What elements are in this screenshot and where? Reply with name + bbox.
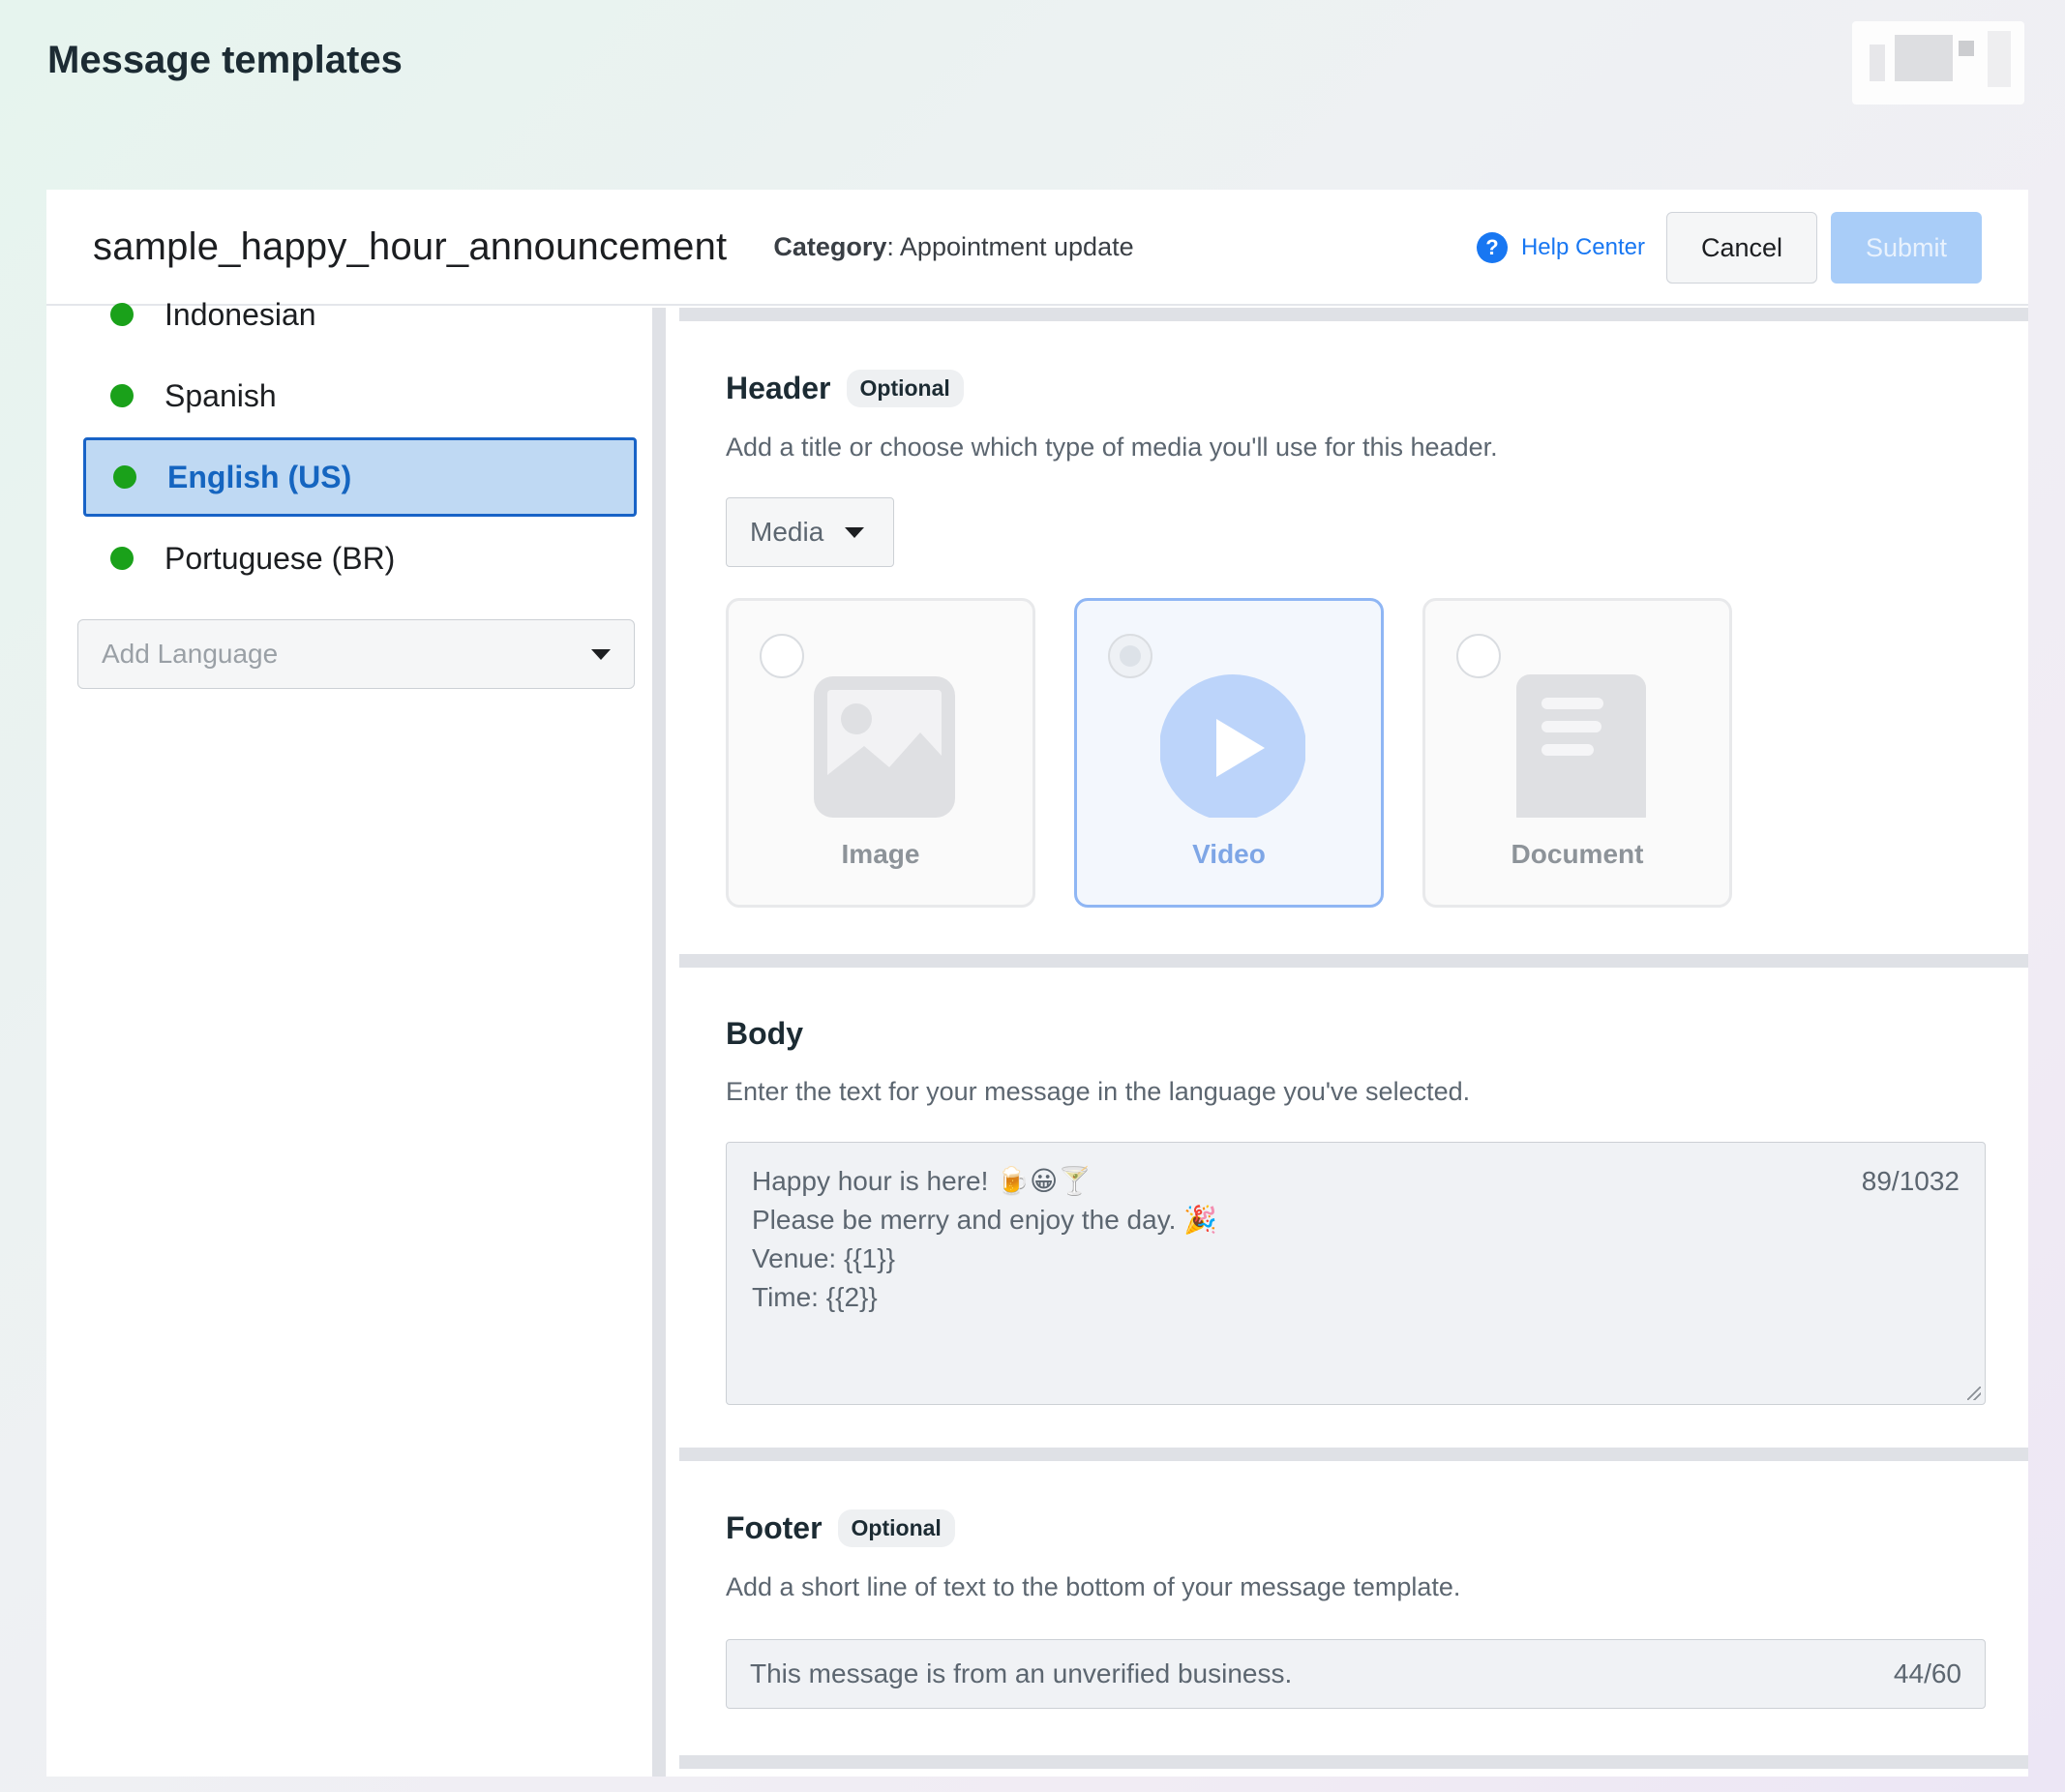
header-section: Header Optional Add a title or choose wh…	[679, 321, 2028, 954]
media-option-image[interactable]: Image	[726, 598, 1035, 908]
help-center-label: Help Center	[1520, 234, 1645, 260]
media-option-document[interactable]: Document	[1422, 598, 1732, 908]
category-label: Category	[773, 231, 887, 261]
language-sidebar: Indonesian Spanish English (US) Portugue…	[46, 297, 666, 1777]
body-line: Happy hour is here! 🍺😀🍸	[752, 1166, 1092, 1196]
media-radio[interactable]	[1108, 634, 1152, 678]
language-item-spanish[interactable]: Spanish	[83, 356, 637, 435]
body-text-area[interactable]: Happy hour is here! 🍺😀🍸 Please be merry …	[726, 1142, 1986, 1405]
footer-char-counter: 44/60	[1893, 1658, 1961, 1688]
footer-section-title: Footer	[726, 1510, 823, 1545]
help-center-link[interactable]: ? Help Center	[1476, 232, 1645, 263]
resize-handle[interactable]	[1967, 1387, 1981, 1400]
chevron-down-icon	[845, 526, 865, 538]
footer-text-input[interactable]: This message is from an unverified busin…	[726, 1639, 1986, 1709]
status-dot	[113, 465, 136, 489]
footer-text-value: This message is from an unverified busin…	[750, 1658, 1293, 1688]
status-dot	[110, 303, 134, 326]
body-char-counter: 89/1032	[1861, 1166, 1960, 1196]
status-dot	[110, 384, 134, 407]
media-label: Video	[1192, 839, 1266, 869]
page-title: Message templates	[47, 39, 403, 81]
language-item-indonesian[interactable]: Indonesian	[83, 275, 637, 354]
media-option-video[interactable]: Video	[1074, 598, 1384, 908]
body-line: Please be merry and enjoy the day. 🎉	[752, 1205, 1218, 1235]
optional-badge: Optional	[837, 1509, 955, 1547]
language-label: Indonesian	[165, 296, 316, 332]
next-section-edge	[679, 1769, 2028, 1777]
document-icon	[1516, 674, 1646, 818]
question-circle-icon: ?	[1476, 232, 1508, 263]
template-editor-card: sample_happy_hour_announcement Category:…	[46, 190, 2028, 1777]
image-icon	[814, 676, 955, 818]
status-dot	[110, 547, 134, 570]
header-section-title: Header	[726, 371, 831, 405]
add-language-placeholder: Add Language	[102, 639, 279, 669]
media-radio[interactable]	[760, 634, 804, 678]
language-label: Spanish	[165, 377, 277, 413]
header-section-description: Add a title or choose which type of medi…	[726, 433, 1498, 462]
add-language-dropdown[interactable]: Add Language	[77, 619, 635, 689]
body-line: Time: {{2}}	[752, 1282, 878, 1312]
optional-badge: Optional	[846, 370, 964, 407]
chevron-down-icon	[591, 648, 611, 660]
header-type-select[interactable]: Media	[726, 497, 894, 567]
header-type-value: Media	[750, 517, 824, 547]
body-section-title: Body	[726, 1016, 803, 1051]
media-radio[interactable]	[1456, 634, 1501, 678]
template-name: sample_happy_hour_announcement	[93, 224, 728, 268]
body-section-description: Enter the text for your message in the l…	[726, 1077, 1471, 1106]
body-section: Body Enter the text for your message in …	[679, 968, 2028, 1448]
category-value: : Appointment update	[886, 231, 1134, 261]
language-item-english-us[interactable]: English (US)	[83, 437, 637, 517]
language-item-portuguese-br[interactable]: Portuguese (BR)	[83, 519, 637, 598]
media-label: Image	[841, 839, 920, 869]
language-label: Portuguese (BR)	[165, 540, 396, 576]
footer-section-description: Add a short line of text to the bottom o…	[726, 1572, 1461, 1601]
language-label: English (US)	[167, 459, 352, 494]
media-label: Document	[1511, 839, 1644, 869]
template-category: Category: Appointment update	[773, 232, 1133, 262]
account-avatar-blurred[interactable]	[1852, 21, 2024, 105]
editor-main: Header Optional Add a title or choose wh…	[679, 308, 2028, 1777]
video-play-icon	[1160, 674, 1305, 818]
footer-section: Footer Optional Add a short line of text…	[679, 1461, 2028, 1755]
body-line: Venue: {{1}}	[752, 1243, 895, 1273]
submit-button[interactable]: Submit	[1831, 212, 1982, 284]
cancel-button[interactable]: Cancel	[1666, 212, 1817, 284]
